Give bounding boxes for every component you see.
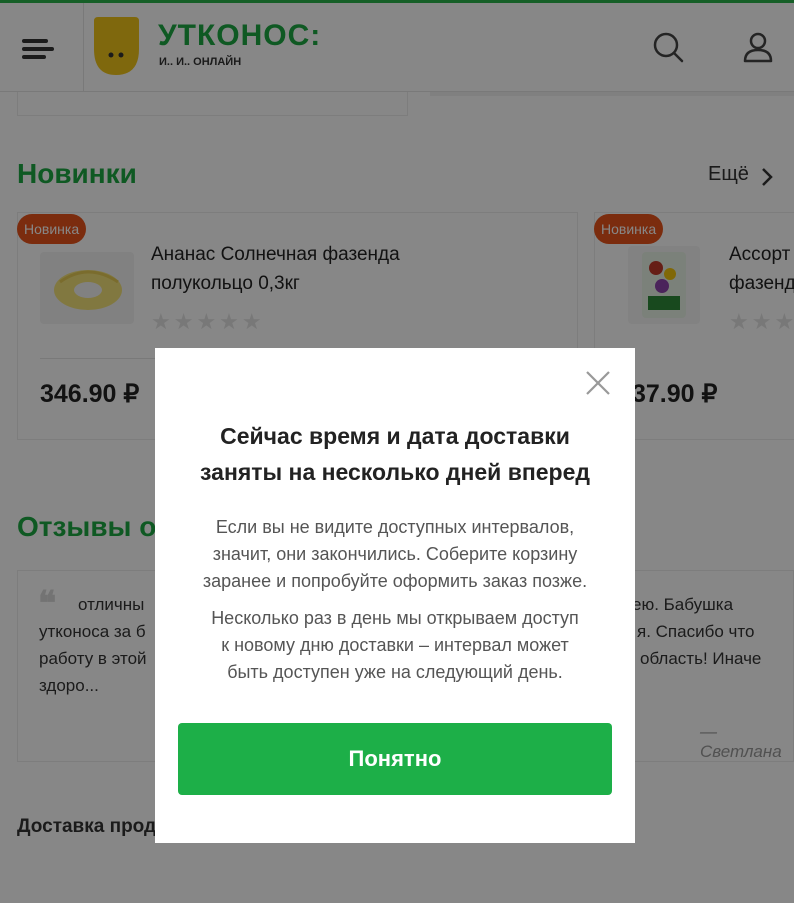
modal-paragraph-1: Если вы не видите доступных интервалов, … (202, 517, 588, 591)
delivery-notice-modal: Сейчас время и дата доставки заняты на н… (155, 348, 635, 843)
modal-title: Сейчас время и дата доставки заняты на н… (200, 423, 590, 485)
modal-paragraph-2: Несколько раз в день мы открываем доступ… (211, 608, 579, 682)
ok-button[interactable]: Понятно (178, 723, 612, 795)
close-icon[interactable] (583, 368, 613, 398)
